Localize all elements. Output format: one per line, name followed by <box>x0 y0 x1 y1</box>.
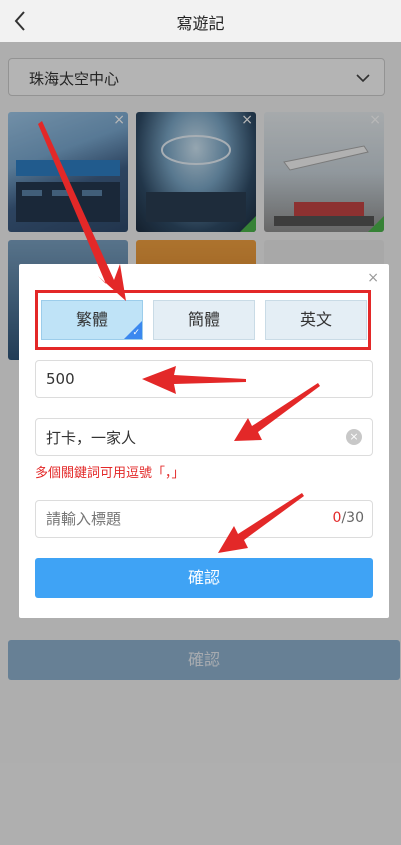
close-icon[interactable]: × <box>367 270 379 286</box>
language-option-simplified[interactable]: 簡體 <box>153 300 255 340</box>
language-option-english[interactable]: 英文 <box>265 300 367 340</box>
title-input[interactable] <box>36 501 372 537</box>
keywords-input[interactable] <box>36 419 372 455</box>
checkmark-icon: ✓ <box>132 328 140 338</box>
number-input[interactable] <box>36 361 372 397</box>
keywords-hint: 多個關鍵詞可用逗號「，」 <box>35 466 185 481</box>
language-option-label: 繁體 <box>75 310 108 329</box>
title-char-counter: 0/30 <box>333 510 364 526</box>
language-option-traditional[interactable]: 繁體 ✓ <box>41 300 143 340</box>
edit-dialog: × 繁體 ✓ 簡體 英文 × 多個關鍵詞可用逗號「，」 0/30 確認 <box>19 264 389 618</box>
top-bar: 寫遊記 <box>0 0 401 42</box>
language-option-label: 英文 <box>299 310 332 329</box>
number-field[interactable] <box>35 360 373 398</box>
clear-input-icon[interactable]: × <box>346 429 362 445</box>
confirm-button[interactable]: 確認 <box>35 558 373 598</box>
language-option-label: 簡體 <box>187 310 220 329</box>
page-title: 寫遊記 <box>176 14 225 33</box>
keywords-field[interactable]: × <box>35 418 373 456</box>
title-field[interactable]: 0/30 <box>35 500 373 538</box>
counter-max: /30 <box>341 510 364 526</box>
